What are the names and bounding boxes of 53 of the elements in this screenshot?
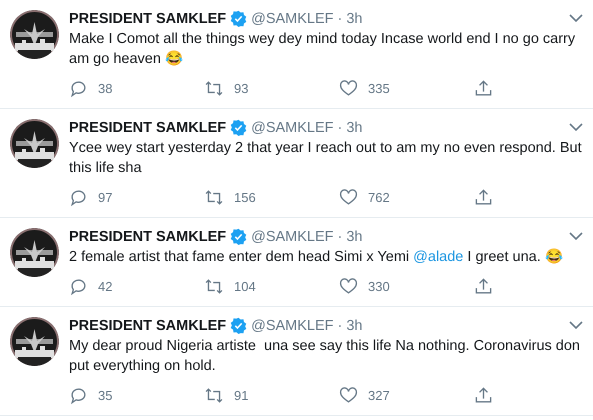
retweet-icon[interactable] — [204, 277, 224, 296]
tweet-time[interactable]: 3h — [346, 120, 362, 136]
caret-icon[interactable] — [569, 232, 583, 241]
reply-count: 35 — [98, 388, 112, 403]
retweet-icon[interactable] — [204, 79, 224, 98]
separator-dot: · — [338, 120, 342, 136]
share-icon[interactable] — [474, 188, 493, 207]
reply-icon[interactable] — [69, 277, 88, 296]
retweet-count: 104 — [234, 279, 256, 294]
user-handle: @SAMKLEF — [251, 228, 334, 244]
separator-dot: · — [338, 228, 342, 244]
like-count: 330 — [368, 279, 390, 294]
tweet-time[interactable]: 3h — [346, 318, 362, 334]
author-name[interactable]: PRESIDENT SAMKLEF — [69, 228, 226, 244]
mention-link[interactable]: @alade — [413, 249, 464, 265]
user-handle: @SAMKLEF — [251, 10, 334, 26]
reply-icon[interactable] — [69, 79, 88, 98]
tweet-text: Make I Comot all the things wey dey mind today Incase world end I no go carry am go heaven 😂 — [69, 30, 576, 69]
retweet-icon[interactable] — [204, 188, 224, 207]
separator-dot: · — [338, 318, 342, 334]
reply-icon[interactable] — [69, 386, 88, 405]
tweet-time[interactable]: 3h — [346, 10, 362, 26]
author-name[interactable]: PRESIDENT SAMKLEF — [69, 120, 226, 136]
reply-icon[interactable] — [69, 188, 88, 207]
tweet-text: Ycee wey start yesterday 2 that year I reach out to am my no even respond. But this life sha — [69, 139, 583, 178]
retweet-count: 156 — [234, 190, 256, 205]
heart-icon[interactable] — [339, 79, 358, 98]
reply-count: 42 — [98, 279, 112, 294]
caret-icon[interactable] — [569, 123, 583, 132]
caret-icon[interactable] — [569, 321, 583, 330]
like-count: 327 — [368, 388, 390, 403]
tweet-text: My dear proud Nigeria artiste una see say this life Na nothing. Coronavirus don put everything on hold. — [69, 337, 581, 376]
reply-count: 38 — [98, 81, 112, 96]
share-icon[interactable] — [474, 386, 493, 405]
retweet-count: 93 — [234, 81, 248, 96]
heart-icon[interactable] — [339, 277, 358, 296]
like-count: 335 — [368, 81, 390, 96]
retweet-icon[interactable] — [204, 386, 224, 405]
reply-count: 97 — [98, 190, 112, 205]
caret-icon[interactable] — [569, 14, 583, 23]
author-name[interactable]: PRESIDENT SAMKLEF — [69, 10, 226, 26]
share-icon[interactable] — [474, 79, 493, 98]
author-name[interactable]: PRESIDENT SAMKLEF — [69, 318, 226, 334]
heart-icon[interactable] — [339, 386, 358, 405]
user-handle: @SAMKLEF — [251, 120, 334, 136]
retweet-count: 91 — [234, 388, 248, 403]
user-handle: @SAMKLEF — [251, 318, 334, 334]
heart-icon[interactable] — [339, 188, 358, 207]
separator-dot: · — [338, 10, 342, 26]
share-icon[interactable] — [474, 277, 493, 296]
tweet-time[interactable]: 3h — [346, 228, 362, 244]
like-count: 762 — [368, 190, 390, 205]
tweet-text: 2 female artist that fame enter dem head Simi x Yemi @alade I greet una. 😂 — [69, 248, 564, 267]
